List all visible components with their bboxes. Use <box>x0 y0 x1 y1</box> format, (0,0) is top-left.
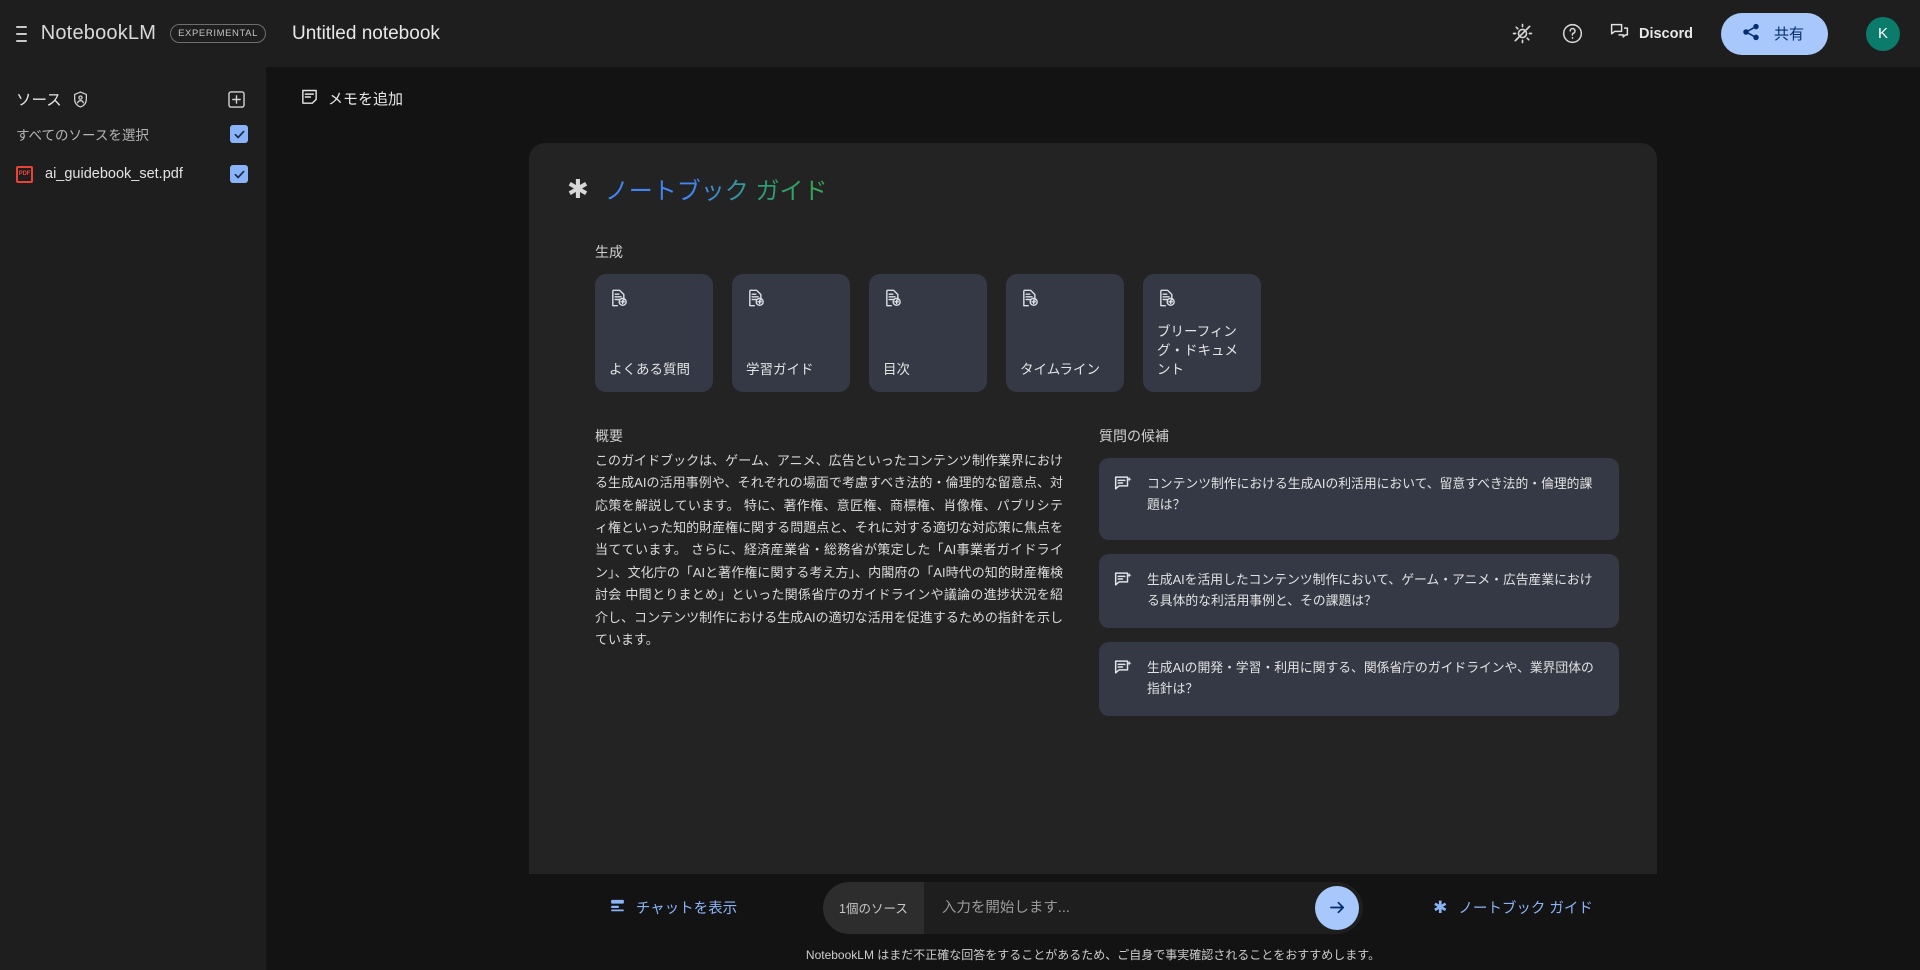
note-add-icon <box>300 87 319 110</box>
generate-section: 生成 よくある質問 学習ガイド 目次 タイムライン ブリーフィング・ドキュメント <box>567 242 1619 392</box>
notebook-guide-button[interactable]: ✱ ノートブック ガイド <box>1363 897 1663 918</box>
plus-box-icon[interactable] <box>224 87 248 111</box>
chat-input[interactable] <box>923 899 1315 916</box>
question-note-icon <box>1113 473 1133 525</box>
guide-wrapper: ✱ ノートブック ガイド 生成 よくある質問 学習ガイド 目次 タイムライン ブ… <box>266 129 1920 874</box>
suggested-question-card[interactable]: コンテンツ制作における生成AIの利活用において、留意すべき法的・倫理的課題は？ <box>1099 458 1619 540</box>
experimental-badge: EXPERIMENTAL <box>170 24 266 43</box>
help-circle-icon[interactable] <box>1559 20 1587 48</box>
generate-card-label: ブリーフィング・ドキュメント <box>1157 324 1238 378</box>
share-icon <box>1741 22 1761 46</box>
shield-person-icon <box>71 90 90 109</box>
document-add-icon <box>883 288 975 313</box>
generate-card-list: よくある質問 学習ガイド 目次 タイムライン ブリーフィング・ドキュメント <box>595 274 1619 392</box>
select-all-sources-row[interactable]: すべてのソースを選択 <box>0 117 266 151</box>
discord-button[interactable]: Discord <box>1609 21 1693 46</box>
menu-icon[interactable] <box>16 21 27 47</box>
generate-card-label: タイムライン <box>1020 362 1101 378</box>
summary-text: このガイドブックは、ゲーム、アニメ、広告といったコンテンツ制作業界における生成A… <box>595 453 1063 647</box>
select-all-checkbox[interactable] <box>230 125 248 143</box>
share-label: 共有 <box>1773 26 1804 43</box>
top-bar: NotebookLM EXPERIMENTAL Untitled noteboo… <box>0 0 1920 67</box>
top-bar-right: Untitled notebook Discord 共有 K <box>266 0 1920 67</box>
document-add-icon <box>746 288 838 313</box>
generate-card-study-guide[interactable]: 学習ガイド <box>732 274 850 392</box>
notebook-title[interactable]: Untitled notebook <box>292 23 1509 45</box>
questions-column: 質問の候補 コンテンツ制作における生成AIの利活用において、留意すべき法的・倫理… <box>1099 426 1619 730</box>
app-root: NotebookLM EXPERIMENTAL Untitled noteboo… <box>0 0 1920 970</box>
document-add-icon <box>1020 288 1112 313</box>
chat-bubble-icon <box>1609 21 1630 46</box>
source-file-name: ai_guidebook_set.pdf <box>45 166 183 182</box>
page-title: ノートブック ガイド <box>605 171 828 206</box>
suggested-question-card[interactable]: 生成AIを活用したコンテンツ制作において、ゲーム・アニメ・広告産業における具体的… <box>1099 554 1619 628</box>
generate-card-faq[interactable]: よくある質問 <box>595 274 713 392</box>
suggested-question-text: 生成AIを活用したコンテンツ制作において、ゲーム・アニメ・広告産業における具体的… <box>1147 572 1593 608</box>
guide-columns: 概要 このガイドブックは、ゲーム、アニメ、広告といったコンテンツ制作業界における… <box>567 426 1619 730</box>
bottom-bar: チャットを表示 1個のソース ✱ ノートブック ガイド <box>266 874 1920 970</box>
guide-title-row: ✱ ノートブック ガイド <box>567 171 1619 206</box>
avatar[interactable]: K <box>1866 16 1900 51</box>
summary-label: 概要 <box>595 428 623 444</box>
select-all-label: すべてのソースを選択 <box>16 128 149 143</box>
question-note-icon <box>1113 657 1133 701</box>
discord-label: Discord <box>1638 25 1693 42</box>
body: ソース すべてのソースを選択 PDF ai_guidebook_set.pdf … <box>0 67 1920 970</box>
notebook-guide-panel: ✱ ノートブック ガイド 生成 よくある質問 学習ガイド 目次 タイムライン ブ… <box>529 143 1657 874</box>
brightness-icon[interactable] <box>1509 20 1537 48</box>
document-add-icon <box>609 288 701 313</box>
add-note-label: メモを追加 <box>328 90 404 108</box>
sidebar: ソース すべてのソースを選択 PDF ai_guidebook_set.pdf <box>0 67 266 970</box>
suggested-question-card[interactable]: 生成AIの開発・学習・利用に関する、関係省庁のガイドラインや、業界団体の指針は？ <box>1099 642 1619 716</box>
chat-input-shell: 1個のソース <box>823 881 1363 934</box>
generate-card-timeline[interactable]: タイムライン <box>1006 274 1124 392</box>
summary-column: 概要 このガイドブックは、ゲーム、アニメ、広告といったコンテンツ制作業界における… <box>595 426 1063 730</box>
question-note-icon <box>1113 569 1133 613</box>
show-chat-button[interactable]: チャットを表示 <box>523 897 823 918</box>
generate-card-label: 学習ガイド <box>746 362 814 378</box>
sources-label: ソース <box>16 92 62 109</box>
sparkle-icon: ✱ <box>567 173 589 204</box>
send-button[interactable] <box>1315 885 1359 930</box>
pdf-icon: PDF <box>16 165 33 183</box>
suggested-question-text: 生成AIの開発・学習・利用に関する、関係省庁のガイドラインや、業界団体の指針は？ <box>1147 660 1594 696</box>
list-item[interactable]: PDF ai_guidebook_set.pdf <box>0 151 266 197</box>
source-count-chip[interactable]: 1個のソース <box>823 881 924 934</box>
bottom-bar-row: チャットを表示 1個のソース ✱ ノートブック ガイド <box>523 881 1663 934</box>
brand-title: NotebookLM <box>40 22 157 44</box>
main-area: メモを追加 ✱ ノートブック ガイド 生成 よくある質問 学習ガイド 目次 タイ… <box>266 67 1920 970</box>
notes-toolbar: メモを追加 <box>266 67 1920 129</box>
top-bar-actions: Discord 共有 K <box>1509 12 1900 55</box>
sparkle-icon: ✱ <box>1433 898 1448 917</box>
add-note-button[interactable]: メモを追加 <box>300 87 403 110</box>
document-add-icon <box>1157 288 1249 313</box>
generate-card-briefing-doc[interactable]: ブリーフィング・ドキュメント <box>1143 274 1261 392</box>
questions-label: 質問の候補 <box>1099 428 1169 444</box>
notebook-guide-label: ノートブック ガイド <box>1458 901 1593 917</box>
share-button[interactable]: 共有 <box>1720 12 1828 55</box>
generate-card-label: 目次 <box>883 362 910 378</box>
show-chat-label: チャットを表示 <box>635 901 738 917</box>
chat-panel-icon <box>609 897 626 918</box>
generate-label: 生成 <box>595 244 623 260</box>
generate-card-label: よくある質問 <box>609 362 690 378</box>
source-checkbox[interactable] <box>230 165 248 183</box>
generate-card-toc[interactable]: 目次 <box>869 274 987 392</box>
disclaimer-text: NotebookLM はまだ不正確な回答をすることがあるため、ご自身で事実確認さ… <box>805 947 1381 962</box>
top-bar-left: NotebookLM EXPERIMENTAL <box>0 0 266 67</box>
sources-header: ソース <box>0 81 266 117</box>
suggested-question-text: コンテンツ制作における生成AIの利活用において、留意すべき法的・倫理的課題は？ <box>1147 476 1593 512</box>
